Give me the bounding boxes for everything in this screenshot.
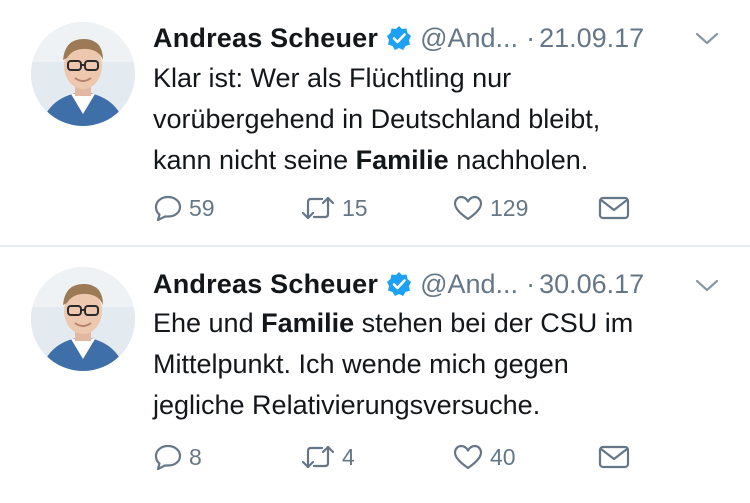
chevron-down-icon[interactable] xyxy=(694,278,720,294)
separator-dot: · xyxy=(526,268,536,299)
reply-button[interactable]: 59 xyxy=(153,190,215,226)
retweet-button[interactable]: 4 xyxy=(300,439,355,475)
tweet-actions: 8 4 40 xyxy=(153,439,743,475)
tweet-text: Ehe und Familie stehen bei der CSU im Mi… xyxy=(153,303,733,426)
bold-keyword: Familie xyxy=(261,308,355,338)
direct-message-envelope-icon xyxy=(598,444,630,470)
retweet-count: 15 xyxy=(342,194,368,221)
tweet-text-line: kann nicht seine Familie nachholen. xyxy=(153,140,733,181)
text-span: Ehe und xyxy=(153,308,262,338)
author-handle[interactable]: @And... xyxy=(420,23,518,54)
tweet-text: Klar ist: Wer als Flüchtling nur vorüber… xyxy=(153,58,733,181)
like-button[interactable]: 40 xyxy=(452,439,516,475)
reply-icon xyxy=(153,443,183,471)
bold-keyword: Familie xyxy=(355,145,449,175)
direct-message-envelope-icon xyxy=(598,195,630,221)
retweet-button[interactable]: 15 xyxy=(300,190,368,226)
reply-count: 59 xyxy=(189,194,215,221)
like-button[interactable]: 129 xyxy=(452,190,528,226)
like-heart-icon xyxy=(452,194,484,222)
avatar[interactable] xyxy=(31,22,135,126)
tweet-date[interactable]: 30.06.17 xyxy=(539,269,644,300)
separator-dot: · xyxy=(526,22,536,53)
direct-message-button[interactable] xyxy=(598,190,630,226)
tweet-text-line: Mittelpunkt. Ich wende mich gegen xyxy=(153,349,569,379)
author-name[interactable]: Andreas Scheuer xyxy=(153,269,378,300)
text-span: nachholen. xyxy=(448,145,589,175)
tweet-text-line: jegliche Relativierungsversuche. xyxy=(153,390,541,420)
verified-badge-icon xyxy=(386,25,412,51)
direct-message-button[interactable] xyxy=(598,439,630,475)
tweet[interactable]: Andreas Scheuer @And... · 30.06.17 Ehe u… xyxy=(0,247,750,503)
author-name[interactable]: Andreas Scheuer xyxy=(153,23,378,54)
reply-icon xyxy=(153,194,183,222)
like-count: 129 xyxy=(490,194,529,221)
retweet-count: 4 xyxy=(342,443,355,470)
tweet-text-line: vorübergehend in Deutschland bleibt, xyxy=(153,104,601,134)
tweet-date[interactable]: 21.09.17 xyxy=(539,23,644,54)
like-count: 40 xyxy=(490,443,516,470)
reply-button[interactable]: 8 xyxy=(153,439,202,475)
tweet-text-line: Ehe und Familie stehen bei der CSU im xyxy=(153,303,733,344)
text-span: stehen bei der CSU im xyxy=(354,308,634,338)
tweet-text-line: Klar ist: Wer als Flüchtling nur xyxy=(153,63,512,93)
author-handle[interactable]: @And... xyxy=(420,269,518,300)
tweet-actions: 59 15 129 xyxy=(153,190,743,226)
avatar[interactable] xyxy=(31,267,135,371)
text-span: kann nicht seine xyxy=(153,145,356,175)
tweet-header: Andreas Scheuer @And... · 30.06.17 xyxy=(153,266,723,302)
like-heart-icon xyxy=(452,443,484,471)
retweet-icon xyxy=(300,194,336,222)
tweet-header: Andreas Scheuer @And... · 21.09.17 xyxy=(153,20,723,56)
tweet[interactable]: Andreas Scheuer @And... · 21.09.17 Klar … xyxy=(0,0,750,246)
chevron-down-icon[interactable] xyxy=(694,31,720,47)
retweet-icon xyxy=(300,443,336,471)
reply-count: 8 xyxy=(189,443,202,470)
verified-badge-icon xyxy=(386,271,412,297)
